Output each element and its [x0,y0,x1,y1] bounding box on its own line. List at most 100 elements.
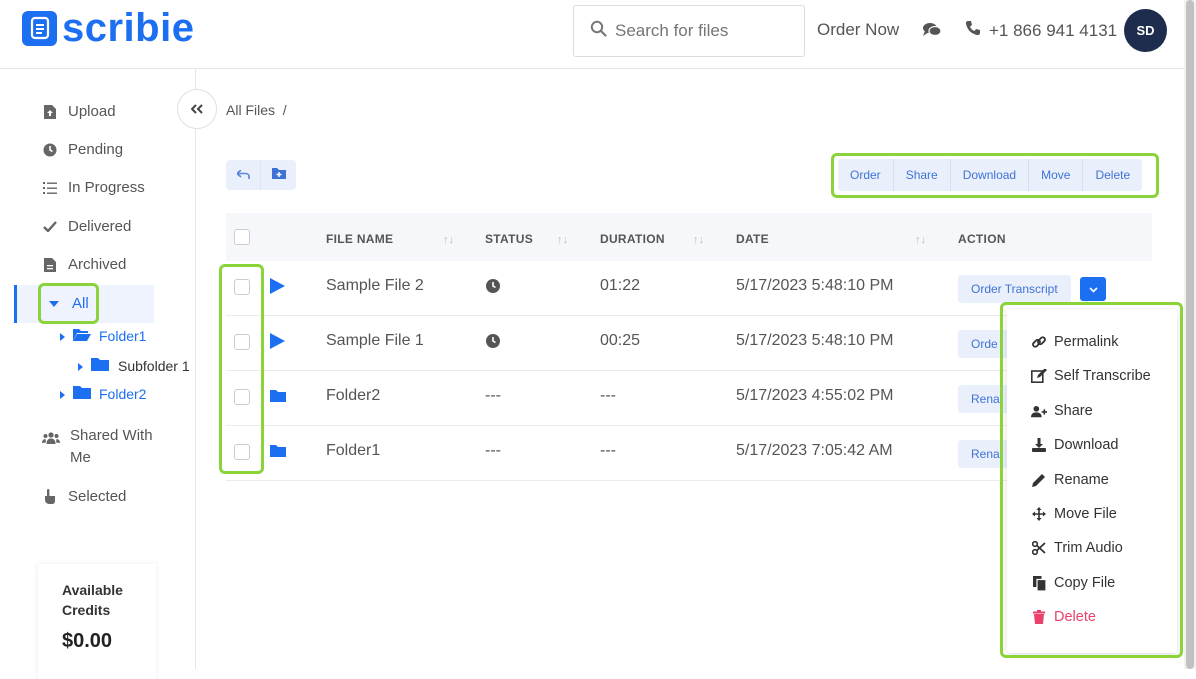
row-checkbox[interactable] [234,279,250,295]
file-name[interactable]: Sample File 2 [326,277,424,295]
bulk-share-button[interactable]: Share [894,159,951,191]
bulk-actions-group: Order Share Download Move Delete [838,159,1143,191]
sidebar-item-in-progress[interactable]: In Progress [42,179,145,196]
menu-item-share[interactable]: Share [1031,403,1093,419]
column-header-date[interactable]: DATE [736,232,769,246]
copy-icon [1031,575,1047,591]
file-duration: --- [600,387,616,404]
column-header-file-name[interactable]: FILE NAME [326,232,393,246]
search-icon [590,20,607,42]
sidebar: Upload Pending In Progress Delivered Arc… [0,69,196,679]
clock-icon [42,143,58,157]
file-status: --- [485,387,501,404]
bulk-order-button[interactable]: Order [838,159,894,191]
sidebar-item-all[interactable]: All [46,295,89,312]
play-icon[interactable] [270,333,285,354]
file-name[interactable]: Folder1 [326,442,380,460]
column-header-duration[interactable]: DURATION [600,232,665,246]
tree-item-folder1[interactable]: Folder1 [60,328,146,344]
folder-icon[interactable] [270,389,286,407]
search-box[interactable] [573,5,805,57]
tree-item-label: Subfolder 1 [118,357,190,374]
action-dropdown-toggle[interactable] [1080,277,1106,301]
sort-icon[interactable]: ↑↓ [443,234,454,246]
column-header-action: ACTION [958,232,1006,246]
row-checkbox[interactable] [234,334,250,350]
credits-label-line2: Credits [62,602,111,618]
phone-number: +1 866 941 4131 [989,20,1118,40]
download-icon [1031,438,1047,452]
collapse-sidebar-button[interactable] [177,89,217,129]
column-header-status[interactable]: STATUS [485,232,533,246]
page-scrollbar-thumb[interactable] [1186,0,1194,669]
menu-item-trim-audio[interactable]: Trim Audio [1031,540,1123,556]
folder-icon[interactable] [270,444,286,462]
check-icon [42,221,58,232]
sort-icon[interactable]: ↑↓ [915,234,926,246]
chat-icon[interactable] [922,22,942,43]
folder-icon [73,385,91,402]
bulk-download-button[interactable]: Download [951,159,1030,191]
menu-item-label: Rename [1054,472,1109,488]
menu-item-self-transcribe[interactable]: Self Transcribe [1031,368,1151,384]
rename-button[interactable]: Rena [958,440,1013,468]
toolbar-small-buttons [226,160,296,190]
order-transcript-button[interactable]: Orde [958,330,1011,358]
order-transcript-button[interactable]: Order Transcript [958,275,1071,303]
user-avatar[interactable]: SD [1124,9,1167,52]
sidebar-item-shared-with-me[interactable]: Shared With Me [42,427,160,469]
sidebar-item-delivered[interactable]: Delivered [42,218,131,235]
menu-item-move-file[interactable]: Move File [1031,506,1117,522]
tree-item-subfolder1[interactable]: Subfolder 1 [78,357,190,374]
scribie-logo[interactable]: scribie [22,8,194,48]
action-dropdown-menu: Permalink Self Transcribe Share Download… [1007,309,1177,653]
select-all-checkbox[interactable] [234,229,250,245]
back-button[interactable] [226,160,261,190]
phone-contact[interactable]: +1 866 941 4131 [965,20,1117,41]
reply-arrow-icon [235,166,250,184]
row-checkbox[interactable] [234,444,250,460]
caret-down-icon [46,300,62,307]
users-icon [42,432,60,444]
menu-item-permalink[interactable]: Permalink [1031,334,1118,350]
sidebar-item-upload[interactable]: Upload [42,103,116,120]
menu-item-download[interactable]: Download [1031,437,1119,453]
sidebar-item-label: Shared With Me [70,427,153,466]
file-upload-icon [42,104,58,119]
sidebar-item-pending[interactable]: Pending [42,141,123,158]
sort-icon[interactable]: ↑↓ [557,234,568,246]
menu-item-label: Copy File [1054,575,1116,591]
menu-item-copy-file[interactable]: Copy File [1031,575,1115,591]
sidebar-item-selected[interactable]: Selected [42,488,126,505]
search-input[interactable] [615,21,795,41]
row-checkbox[interactable] [234,389,250,405]
scissors-icon [1031,541,1047,555]
table-header: FILE NAME ↑↓ STATUS ↑↓ DURATION ↑↓ DATE … [226,213,1152,261]
sidebar-item-archived[interactable]: Archived [42,256,126,273]
order-now-link[interactable]: Order Now [817,20,899,40]
file-duration: 01:22 [600,277,641,294]
folder-open-icon [73,328,91,344]
breadcrumb[interactable]: All Files / [226,102,287,118]
menu-item-delete[interactable]: Delete [1031,609,1096,625]
logo-icon [22,10,57,46]
rename-button[interactable]: Rena [958,385,1013,413]
credits-card: Available Credits $0.00 [38,564,156,679]
top-bar: scribie Order Now +1 866 941 4131 SD [0,0,1184,69]
sidebar-item-label: Pending [68,141,124,158]
sort-icon[interactable]: ↑↓ [693,234,704,246]
menu-item-rename[interactable]: Rename [1031,472,1109,488]
phone-icon [965,20,981,41]
sidebar-item-label: Selected [68,488,127,505]
tree-item-folder2[interactable]: Folder2 [60,385,146,402]
new-folder-button[interactable] [261,160,296,190]
bulk-delete-button[interactable]: Delete [1083,159,1142,191]
file-name[interactable]: Sample File 1 [326,332,424,350]
double-chevron-left-icon [190,101,203,117]
file-name[interactable]: Folder2 [326,387,380,405]
play-icon[interactable] [270,278,285,299]
archive-icon [42,257,58,272]
caret-right-icon [60,386,65,402]
bulk-move-button[interactable]: Move [1029,159,1084,191]
menu-item-label: Self Transcribe [1054,368,1151,384]
